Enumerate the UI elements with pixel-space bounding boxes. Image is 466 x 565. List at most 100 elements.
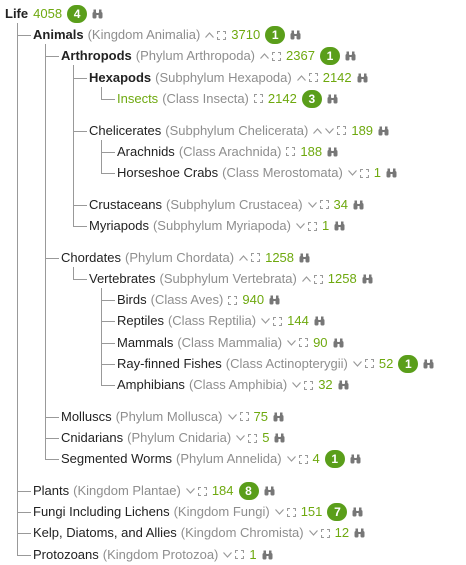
taxon-name[interactable]: Hexapods xyxy=(89,68,151,88)
expand-icon[interactable] xyxy=(217,30,227,40)
observation-count[interactable]: 90 xyxy=(313,333,327,353)
binoculars-icon[interactable] xyxy=(273,412,284,422)
expand-icon[interactable] xyxy=(286,147,296,157)
binoculars-icon[interactable] xyxy=(354,528,365,538)
taxon-name[interactable]: Birds xyxy=(117,290,147,310)
expand-icon[interactable] xyxy=(248,433,258,443)
chevron-down-icon[interactable] xyxy=(185,488,195,494)
chevron-down-icon[interactable] xyxy=(292,382,302,388)
chevron-up-icon[interactable] xyxy=(313,127,323,134)
expand-icon[interactable] xyxy=(299,338,309,348)
count-badge[interactable]: 1 xyxy=(398,354,419,373)
binoculars-icon[interactable] xyxy=(299,253,310,263)
taxon-name[interactable]: Arthropods xyxy=(61,46,132,66)
taxon-name[interactable]: Crustaceans xyxy=(89,195,162,215)
taxon-name[interactable]: Cnidarians xyxy=(61,428,123,448)
binoculars-icon[interactable] xyxy=(423,359,434,369)
observation-count[interactable]: 940 xyxy=(242,290,264,310)
taxon-name[interactable]: Arachnids xyxy=(117,142,175,162)
chevron-up-icon[interactable] xyxy=(260,53,269,60)
binoculars-icon[interactable] xyxy=(338,380,349,390)
expand-icon[interactable] xyxy=(251,253,261,263)
chevron-down-icon[interactable] xyxy=(227,413,237,420)
chevron-down-icon[interactable] xyxy=(223,551,233,558)
binoculars-icon[interactable] xyxy=(350,454,361,464)
expand-icon[interactable] xyxy=(228,295,238,305)
observation-count[interactable]: 4058 xyxy=(33,4,62,24)
chevron-down-icon[interactable] xyxy=(352,360,362,367)
binoculars-icon[interactable] xyxy=(362,274,373,284)
chevron-down-icon[interactable] xyxy=(287,339,297,346)
taxon-name[interactable]: Plants xyxy=(33,481,69,501)
expand-icon[interactable] xyxy=(253,94,263,104)
count-badge[interactable]: 3 xyxy=(301,89,322,108)
taxon-name[interactable]: Chordates xyxy=(61,248,121,268)
taxon-name[interactable]: Reptiles xyxy=(117,311,164,331)
binoculars-icon[interactable] xyxy=(269,295,280,305)
observation-count[interactable]: 188 xyxy=(300,142,322,162)
chevron-down-icon[interactable] xyxy=(296,223,305,229)
binoculars-icon[interactable] xyxy=(334,221,345,231)
observation-count[interactable]: 184 xyxy=(212,481,234,501)
observation-count[interactable]: 189 xyxy=(351,121,373,141)
chevron-down-icon[interactable] xyxy=(347,170,357,176)
observation-count[interactable]: 1258 xyxy=(265,248,294,268)
expand-icon[interactable] xyxy=(235,550,245,560)
observation-count[interactable]: 151 xyxy=(301,502,323,522)
binoculars-icon[interactable] xyxy=(378,126,389,136)
binoculars-icon[interactable] xyxy=(274,433,285,443)
taxon-name[interactable]: Chelicerates xyxy=(89,121,161,141)
binoculars-icon[interactable] xyxy=(357,73,368,83)
taxon-name[interactable]: Myriapods xyxy=(89,216,149,236)
chevron-up-icon[interactable] xyxy=(205,32,215,39)
observation-count[interactable]: 144 xyxy=(287,311,309,331)
binoculars-icon[interactable] xyxy=(333,338,344,348)
expand-icon[interactable] xyxy=(337,126,347,136)
chevron-up-icon[interactable] xyxy=(296,74,306,81)
observation-count[interactable]: 2142 xyxy=(268,89,297,109)
chevron-down-icon[interactable] xyxy=(274,509,284,516)
expand-icon[interactable] xyxy=(359,168,369,178)
chevron-up-icon[interactable] xyxy=(301,276,311,282)
count-badge[interactable]: 4 xyxy=(67,5,88,23)
binoculars-icon[interactable] xyxy=(353,200,364,210)
taxon-name[interactable]: Molluscs xyxy=(61,407,112,427)
observation-count[interactable]: 2142 xyxy=(323,68,352,88)
chevron-down-icon[interactable] xyxy=(261,318,271,325)
observation-count[interactable]: 12 xyxy=(335,523,349,543)
expand-icon[interactable] xyxy=(286,507,296,517)
taxon-name[interactable]: Fungi Including Lichens xyxy=(33,502,170,522)
binoculars-icon[interactable] xyxy=(290,30,301,40)
chevron-down-icon[interactable] xyxy=(236,435,246,441)
binoculars-icon[interactable] xyxy=(262,550,273,560)
observation-count[interactable]: 4 xyxy=(313,449,320,469)
chevron-down-icon[interactable] xyxy=(286,456,296,463)
taxon-name[interactable]: Protozoans xyxy=(33,545,99,565)
chevron-down-icon[interactable] xyxy=(308,530,318,537)
binoculars-icon[interactable] xyxy=(345,51,356,61)
observation-count[interactable]: 32 xyxy=(318,375,332,395)
expand-icon[interactable] xyxy=(197,486,207,496)
observation-count[interactable]: 34 xyxy=(334,195,348,215)
binoculars-icon[interactable] xyxy=(327,94,338,104)
expand-icon[interactable] xyxy=(304,380,314,390)
taxon-name[interactable]: Animals xyxy=(33,25,84,45)
chevron-down-icon[interactable] xyxy=(325,127,335,134)
chevron-up-icon[interactable] xyxy=(239,254,249,261)
observation-count[interactable]: 5 xyxy=(262,428,269,448)
observation-count[interactable]: 3710 xyxy=(231,25,260,45)
taxon-name[interactable]: Mammals xyxy=(117,333,173,353)
expand-icon[interactable] xyxy=(308,73,318,83)
observation-count[interactable]: 52 xyxy=(379,354,393,374)
observation-count[interactable]: 2367 xyxy=(286,46,315,66)
taxon-name[interactable]: Life xyxy=(5,4,28,24)
expand-icon[interactable] xyxy=(239,412,249,422)
taxon-name[interactable]: Vertebrates xyxy=(89,269,156,289)
expand-icon[interactable] xyxy=(320,528,330,538)
binoculars-icon[interactable] xyxy=(264,486,275,496)
observation-count[interactable]: 75 xyxy=(254,407,268,427)
taxon-name[interactable]: Segmented Worms xyxy=(61,449,172,469)
count-badge[interactable]: 1 xyxy=(265,26,286,45)
taxon-name[interactable]: Amphibians xyxy=(117,375,185,395)
expand-icon[interactable] xyxy=(273,316,283,326)
